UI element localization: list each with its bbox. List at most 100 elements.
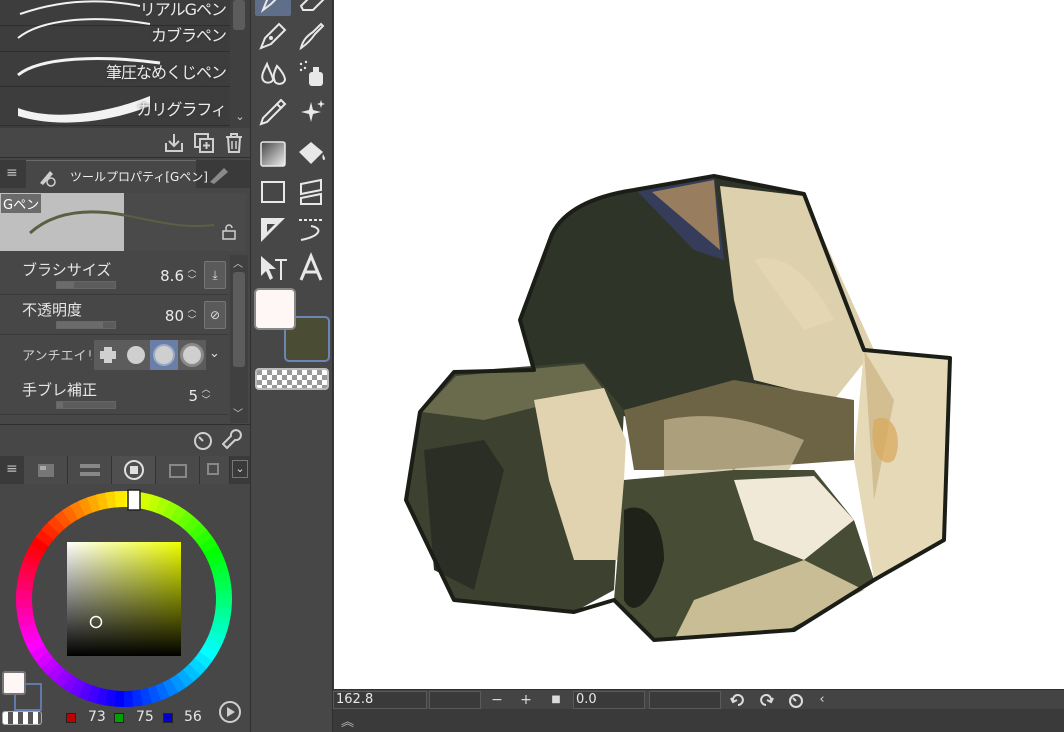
blue-value[interactable]: 56 — [184, 709, 202, 725]
rotate-right-icon[interactable] — [757, 691, 775, 709]
tool-property-icon — [40, 171, 56, 187]
brush-list-scroll-thumb[interactable] — [233, 0, 245, 30]
auto-select-tool[interactable] — [293, 94, 329, 130]
brush-size-spinner[interactable]: ︿ ﹀ — [186, 265, 198, 287]
aa-weak-button[interactable] — [122, 340, 150, 370]
expand-up-icon[interactable]: ︽ — [341, 711, 354, 730]
panel-menu-icon[interactable]: ≡ — [6, 461, 18, 477]
tab-color-slider[interactable] — [68, 456, 112, 484]
drawing-canvas[interactable] — [334, 0, 1064, 689]
bottom-strip: ︽ — [333, 709, 1064, 732]
brush-size-pressure-button[interactable]: ⤓ — [204, 261, 226, 289]
green-value[interactable]: 75 — [136, 709, 154, 725]
aa-none-icon — [100, 347, 116, 363]
eraser-icon — [299, 0, 325, 11]
opacity-row: 不透明度 80 ︿ ﹀ ⊘ — [0, 297, 228, 335]
brush-item-label: カブラペン — [150, 26, 227, 45]
eyedropper-tool[interactable] — [255, 94, 291, 130]
aa-none-button[interactable] — [94, 340, 122, 370]
pen-tool[interactable] — [255, 0, 291, 16]
main-drawing-color[interactable] — [254, 288, 296, 330]
ruler-tool[interactable] — [255, 212, 291, 248]
transparent-color[interactable] — [255, 368, 329, 390]
main-color-chip[interactable] — [2, 671, 26, 695]
brush-item-label: カリグラフィ — [136, 100, 227, 119]
opacity-value[interactable]: 80 — [165, 307, 184, 325]
brush-size-value[interactable]: 8.6 — [160, 267, 184, 285]
brush-item-namekuji-pen[interactable]: 筆圧なめくじペン — [0, 47, 230, 87]
collapse-button[interactable]: ‹ — [813, 691, 831, 709]
opacity-label: 不透明度 — [22, 301, 83, 319]
rectangle-icon — [261, 181, 285, 203]
tab-color-wheel[interactable] — [112, 456, 156, 484]
artwork-pyrite-crystal — [404, 174, 952, 642]
aa-medium-button[interactable] — [150, 340, 178, 370]
opacity-dynamics-button[interactable]: ⊘ — [204, 301, 226, 329]
airbrush-tool[interactable] — [293, 56, 329, 92]
transparent-color-chip[interactable] — [2, 711, 42, 725]
stabilization-fill — [57, 402, 63, 408]
color-slider-icon — [80, 464, 100, 476]
tab-intermediate-color[interactable] — [156, 456, 200, 484]
opacity-slider[interactable] — [56, 321, 116, 329]
stabilization-slider[interactable] — [56, 401, 116, 409]
operation-tool[interactable] — [255, 250, 291, 286]
gradient-tool[interactable] — [255, 136, 291, 172]
stabilization-value[interactable]: 5 — [188, 387, 198, 405]
rotation-field[interactable]: 0.0 — [573, 691, 645, 709]
zoom-field[interactable]: 162.8 — [333, 691, 427, 709]
brush-size-label: ブラシサイズ — [22, 261, 112, 279]
brush-item-kabura-pen[interactable]: カブラペン — [0, 12, 230, 52]
tool-property-footer — [0, 424, 250, 454]
figure-tool[interactable] — [255, 174, 291, 210]
fit-button[interactable]: ■ — [547, 691, 565, 709]
rotation-slider[interactable] — [649, 691, 721, 709]
rotate-left-icon[interactable] — [729, 691, 747, 709]
wrench-icon[interactable] — [222, 429, 244, 451]
frame-tool[interactable] — [293, 174, 329, 210]
stopwatch-icon[interactable] — [192, 429, 214, 451]
tab-approximate-color[interactable] — [200, 456, 230, 484]
sparkle-icon — [301, 100, 325, 122]
red-value[interactable]: 73 — [88, 709, 106, 725]
brush-size-slider[interactable] — [56, 281, 116, 289]
tab-overflow-button[interactable]: ⌄ — [232, 460, 248, 478]
brush-shape-tab-icon[interactable] — [206, 164, 232, 186]
brush-item-calligraphy[interactable]: カリグラフィ — [0, 86, 230, 126]
aa-dropdown-button[interactable]: ⌄ — [206, 340, 226, 370]
trash-icon[interactable] — [222, 131, 246, 155]
eraser-tool[interactable] — [293, 0, 329, 16]
tab-tool-property[interactable]: ツールプロパティ[Gペン] — [26, 160, 208, 188]
opacity-fill — [57, 322, 104, 328]
panel-menu-icon[interactable]: ≡ — [6, 165, 18, 181]
tab-color-set[interactable] — [24, 456, 68, 484]
blend-tool[interactable] — [255, 56, 291, 92]
stabilization-spinner[interactable]: ︿ ﹀ — [200, 385, 212, 407]
navigator-status-bar: 162.8 − + ■ 0.0 ‹ — [333, 689, 1064, 709]
lock-icon[interactable] — [220, 223, 238, 241]
scroll-down-icon[interactable]: ﹀ — [233, 405, 243, 420]
brush-icon — [299, 22, 325, 51]
aa-strong-button[interactable] — [178, 340, 206, 370]
reset-rotation-icon[interactable] — [787, 691, 805, 709]
text-tool[interactable] — [293, 250, 329, 286]
import-icon[interactable] — [162, 131, 186, 155]
scroll-up-icon[interactable]: ︿ — [233, 255, 243, 270]
opacity-spinner[interactable]: ︿ ﹀ — [186, 305, 198, 327]
play-icon[interactable] — [218, 700, 242, 724]
brush-size-row: ブラシサイズ 8.6 ︿ ﹀ ⤓ — [0, 257, 228, 295]
zoom-out-button[interactable]: − — [488, 691, 506, 709]
pencil-tool[interactable] — [255, 18, 291, 54]
hue-picker-handle[interactable] — [127, 489, 141, 511]
curve-ruler-tool[interactable] — [293, 212, 329, 248]
brush-tool[interactable] — [293, 18, 329, 54]
intermediate-color-icon — [169, 464, 187, 478]
zoom-in-button[interactable]: + — [517, 691, 535, 709]
tool-property-scroll-thumb[interactable] — [233, 272, 245, 367]
zoom-slider[interactable] — [429, 691, 481, 709]
fill-tool[interactable] — [293, 136, 329, 172]
toolbar — [250, 0, 577, 732]
scroll-down-icon[interactable]: ⌄ — [231, 108, 249, 126]
duplicate-icon[interactable] — [192, 131, 216, 155]
chevron-down-icon: ⌄ — [209, 346, 220, 361]
